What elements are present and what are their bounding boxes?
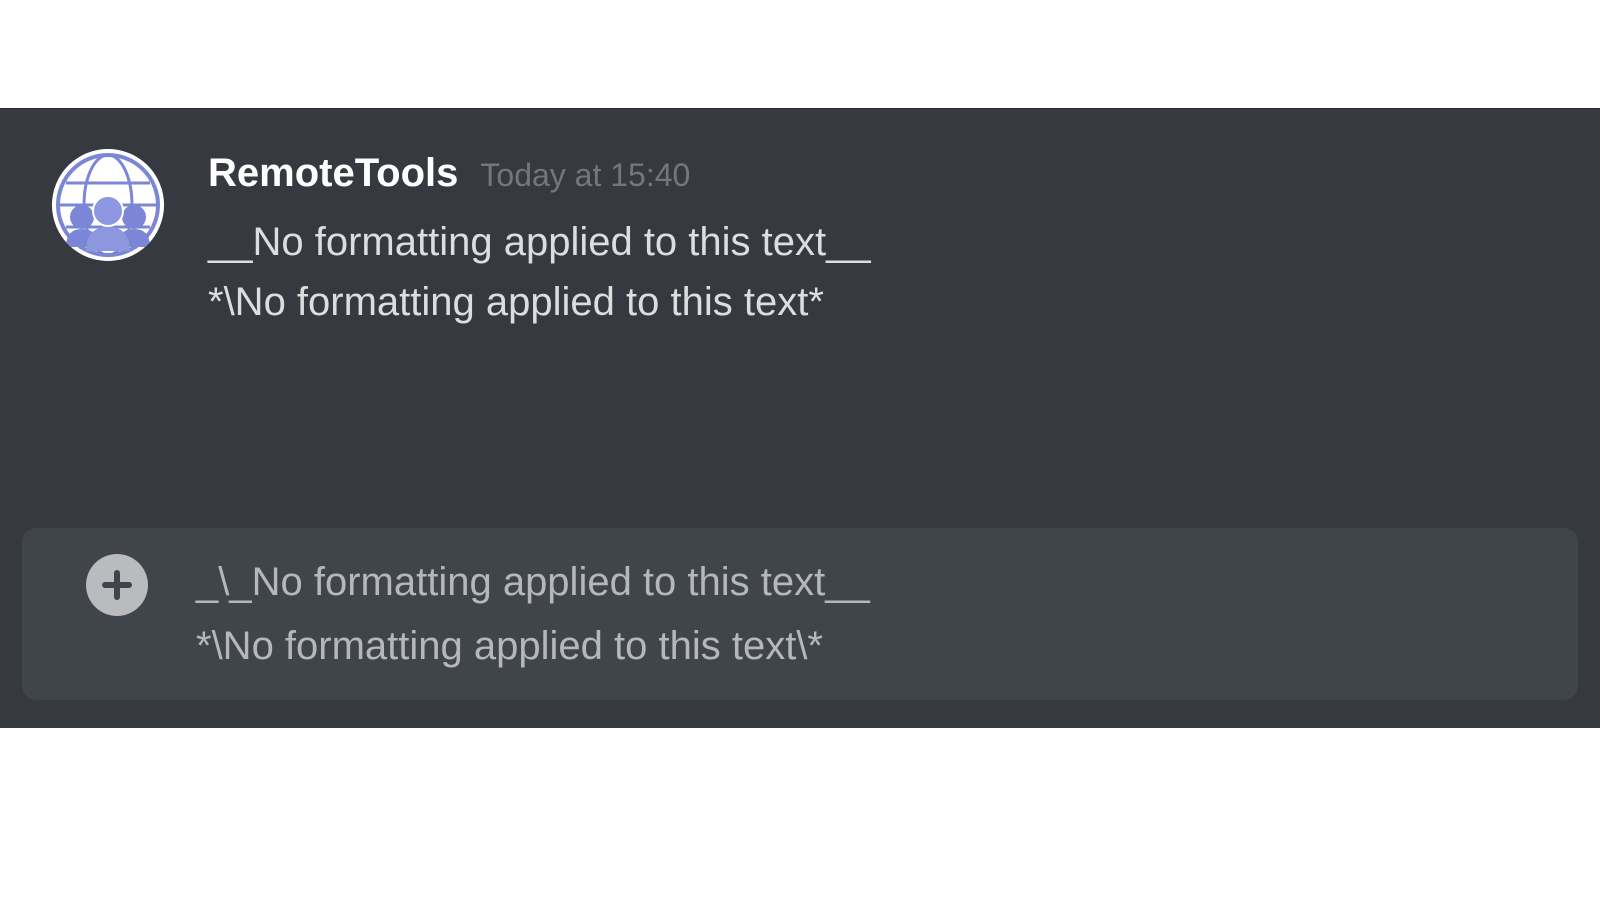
timestamp: Today at 15:40 xyxy=(480,157,690,194)
message-input[interactable]: _\_No formatting applied to this text__ … xyxy=(196,550,1550,678)
chat-panel: RemoteTools Today at 15:40 __No formatti… xyxy=(0,108,1600,728)
avatar[interactable] xyxy=(52,149,164,261)
message-content: RemoteTools Today at 15:40 __No formatti… xyxy=(208,149,1600,332)
input-line: _\_No formatting applied to this text__ xyxy=(196,550,1550,614)
message-line: *\No formatting applied to this text* xyxy=(208,272,1600,332)
username[interactable]: RemoteTools xyxy=(208,151,458,196)
input-line: *\No formatting applied to this text\* xyxy=(196,614,1550,678)
message-line: __No formatting applied to this text__ xyxy=(208,212,1600,272)
globe-people-icon xyxy=(52,149,164,261)
message-header: RemoteTools Today at 15:40 xyxy=(208,151,1600,196)
chat-message: RemoteTools Today at 15:40 __No formatti… xyxy=(0,109,1600,332)
message-input-area[interactable]: _\_No formatting applied to this text__ … xyxy=(22,528,1578,700)
message-body: __No formatting applied to this text__ *… xyxy=(208,212,1600,332)
attach-button[interactable] xyxy=(86,554,148,616)
plus-icon xyxy=(99,567,135,603)
